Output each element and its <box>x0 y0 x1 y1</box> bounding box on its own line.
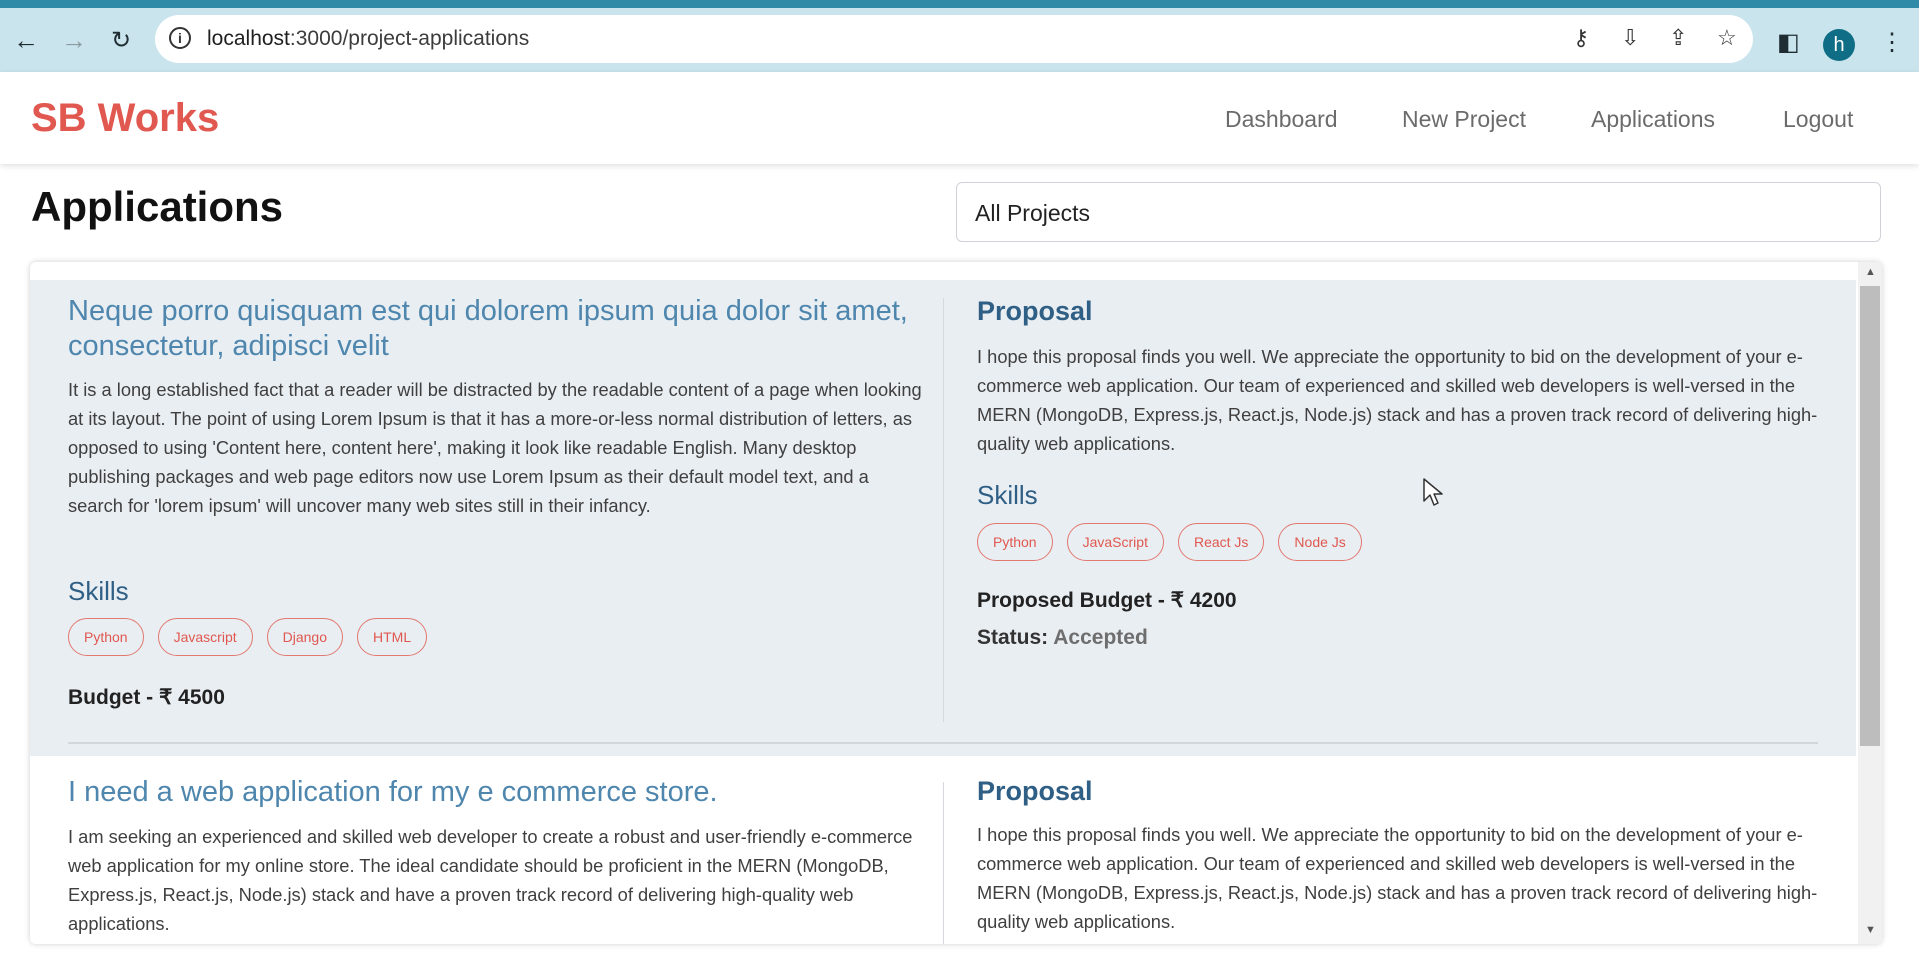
bookmark-star-icon[interactable]: ☆ <box>1717 25 1737 51</box>
url-path: :3000/project-applications <box>289 27 530 50</box>
nav-logout[interactable]: Logout <box>1783 106 1853 133</box>
scrollbar-thumb[interactable] <box>1860 286 1880 746</box>
reload-icon[interactable]: ↻ <box>103 22 139 58</box>
address-bar[interactable]: i localhost:3000/project-applications ⚷ … <box>155 15 1753 63</box>
site-info-icon[interactable]: i <box>169 27 191 49</box>
forward-arrow-icon[interactable]: → <box>56 22 92 58</box>
side-panel-icon[interactable]: ◧ <box>1777 28 1800 57</box>
skill-chip: Django <box>266 618 343 656</box>
proposal-heading: Proposal <box>977 296 1093 326</box>
proposal-text: I hope this proposal finds you well. We … <box>977 824 1818 932</box>
skill-chip: Python <box>68 618 144 656</box>
app-navbar: SB Works Dashboard New Project Applicati… <box>0 72 1919 164</box>
profile-avatar[interactable]: h <box>1823 29 1855 61</box>
project-skills-list: Python Javascript Django HTML <box>68 618 428 656</box>
skill-chip: Node Js <box>1278 523 1362 561</box>
menu-kebab-icon[interactable]: ⋮ <box>1880 28 1904 57</box>
proposal-skills-list: Python JavaScript React Js Node Js <box>977 523 1362 561</box>
card-divider <box>68 742 1818 744</box>
back-arrow-icon[interactable]: ← <box>8 22 44 58</box>
browser-accent-bar <box>0 0 1919 8</box>
skill-chip: JavaScript <box>1066 523 1164 561</box>
proposal-heading: Proposal <box>977 776 1093 806</box>
proposal-status: Status: Accepted <box>977 626 1148 650</box>
proposal-text: I hope this proposal finds you well. We … <box>977 346 1818 454</box>
skill-chip: React Js <box>1177 523 1265 561</box>
project-filter-value: All Projects <box>975 200 1091 226</box>
install-app-icon[interactable]: ⇩ <box>1621 25 1639 51</box>
card-column-divider <box>943 782 944 944</box>
status-label: Status: <box>977 626 1049 649</box>
project-title: I need a web application for my e commer… <box>68 776 718 808</box>
skill-chip: HTML <box>357 618 428 656</box>
nav-applications[interactable]: Applications <box>1591 106 1715 133</box>
scroll-down-arrow-icon[interactable]: ▼ <box>1865 924 1876 936</box>
applications-list[interactable]: Neque porro quisquam est qui dolorem ips… <box>30 262 1882 944</box>
share-icon[interactable]: ⇪ <box>1669 25 1687 51</box>
application-card: Neque porro quisquam est qui dolorem ips… <box>30 280 1856 756</box>
page-title: Applications <box>31 183 284 230</box>
url-host: localhost <box>207 27 290 50</box>
skill-chip: Python <box>977 523 1053 561</box>
project-description: It is a long established fact that a rea… <box>68 379 922 516</box>
brand-logo[interactable]: SB Works <box>31 96 219 141</box>
key-icon[interactable]: ⚷ <box>1573 25 1589 51</box>
mouse-cursor-icon <box>1423 478 1443 506</box>
skill-chip: Javascript <box>157 618 253 656</box>
nav-dashboard[interactable]: Dashboard <box>1225 106 1338 133</box>
browser-toolbar: ← → ↻ i localhost:3000/project-applicati… <box>0 8 1919 72</box>
project-skills-heading: Skills <box>68 576 129 606</box>
scroll-up-arrow-icon[interactable]: ▲ <box>1865 266 1876 278</box>
address-url[interactable]: localhost:3000/project-applications <box>207 27 529 51</box>
project-title: Neque porro quisquam est qui dolorem ips… <box>68 295 908 362</box>
project-description: I am seeking an experienced and skilled … <box>68 826 913 934</box>
application-card: I need a web application for my e commer… <box>30 764 1856 944</box>
nav-new-project[interactable]: New Project <box>1402 106 1526 133</box>
project-budget: Budget - ₹ 4500 <box>68 686 225 709</box>
proposed-budget: Proposed Budget - ₹ 4200 <box>977 589 1237 612</box>
proposal-skills-heading: Skills <box>977 480 1038 510</box>
card-column-divider <box>943 298 944 722</box>
project-filter-select[interactable]: All Projects <box>956 182 1881 242</box>
status-badge: Accepted <box>1053 626 1148 649</box>
